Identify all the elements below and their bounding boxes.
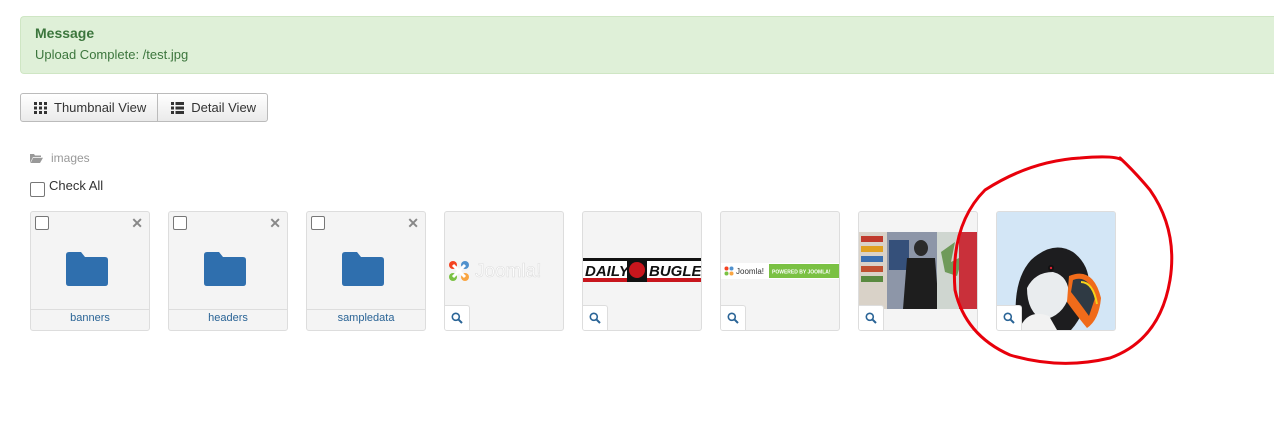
joomla-logo-thumbnail: Joomla! xyxy=(449,261,542,282)
folder-icon xyxy=(204,252,246,286)
folder-name[interactable]: headers xyxy=(169,309,287,326)
joomla-small-text: Joomla! xyxy=(736,267,764,276)
folder-icon xyxy=(342,252,384,286)
folder-name[interactable]: banners xyxy=(31,309,149,326)
magnifier-icon xyxy=(451,312,463,324)
folder-tile[interactable]: ✕ headers xyxy=(168,211,288,331)
message-text: Upload Complete: /test.jpg xyxy=(35,47,189,62)
tile-checkbox[interactable] xyxy=(311,216,325,230)
joomla-logo-text: Joomla! xyxy=(475,261,542,282)
folder-name[interactable]: sampledata xyxy=(307,309,425,326)
image-tile[interactable]: DAILY BUGLE xyxy=(582,211,702,331)
folder-open-icon xyxy=(30,154,43,163)
daily-text: DAILY xyxy=(585,263,631,280)
daily-bugle-thumbnail: DAILY BUGLE xyxy=(583,258,701,282)
zoom-button[interactable] xyxy=(997,305,1022,330)
thumbnail-view-label: Thumbnail View xyxy=(54,100,147,115)
magnifier-icon xyxy=(865,312,877,324)
tile-checkbox[interactable] xyxy=(173,216,187,230)
breadcrumb: images xyxy=(30,151,90,165)
thumbnail-view-button[interactable]: Thumbnail View xyxy=(21,94,157,121)
check-all-checkbox[interactable] xyxy=(30,182,45,197)
close-icon[interactable]: ✕ xyxy=(269,215,281,231)
powered-by-joomla-thumbnail: Joomla! POWERED BY JOOMLA! xyxy=(721,263,839,279)
image-tile[interactable]: Joomla! POWERED BY JOOMLA! xyxy=(720,211,840,331)
zoom-button[interactable] xyxy=(583,305,608,330)
view-toggle-group: Thumbnail View Detail View xyxy=(20,93,269,122)
grid-icon xyxy=(34,101,47,114)
bugle-text: BUGLE xyxy=(649,263,701,280)
magnifier-icon xyxy=(727,312,739,324)
magnifier-icon xyxy=(1003,312,1015,324)
close-icon[interactable]: ✕ xyxy=(131,215,143,231)
list-icon xyxy=(171,101,185,114)
close-icon[interactable]: ✕ xyxy=(407,215,419,231)
image-tile[interactable] xyxy=(858,211,978,331)
image-tile[interactable] xyxy=(996,211,1116,331)
detail-view-button[interactable]: Detail View xyxy=(157,94,267,121)
powered-by-text: POWERED BY JOOMLA! xyxy=(772,270,831,276)
zoom-button[interactable] xyxy=(721,305,746,330)
tile-checkbox[interactable] xyxy=(35,216,49,230)
zoom-button[interactable] xyxy=(859,305,884,330)
folder-tile[interactable]: ✕ sampledata xyxy=(306,211,426,331)
detail-view-label: Detail View xyxy=(191,100,257,115)
store-photo-thumbnail xyxy=(859,232,977,309)
breadcrumb-folder[interactable]: images xyxy=(51,151,90,165)
message-alert: Message Upload Complete: /test.jpg xyxy=(20,16,1274,74)
message-heading: Message xyxy=(35,25,95,41)
magnifier-icon xyxy=(589,312,601,324)
image-tile[interactable]: Joomla! xyxy=(444,211,564,331)
folder-tile[interactable]: ✕ banners xyxy=(30,211,150,331)
check-all: Check All xyxy=(30,178,103,197)
zoom-button[interactable] xyxy=(445,305,470,330)
check-all-label: Check All xyxy=(49,178,104,193)
folder-icon xyxy=(66,252,108,286)
